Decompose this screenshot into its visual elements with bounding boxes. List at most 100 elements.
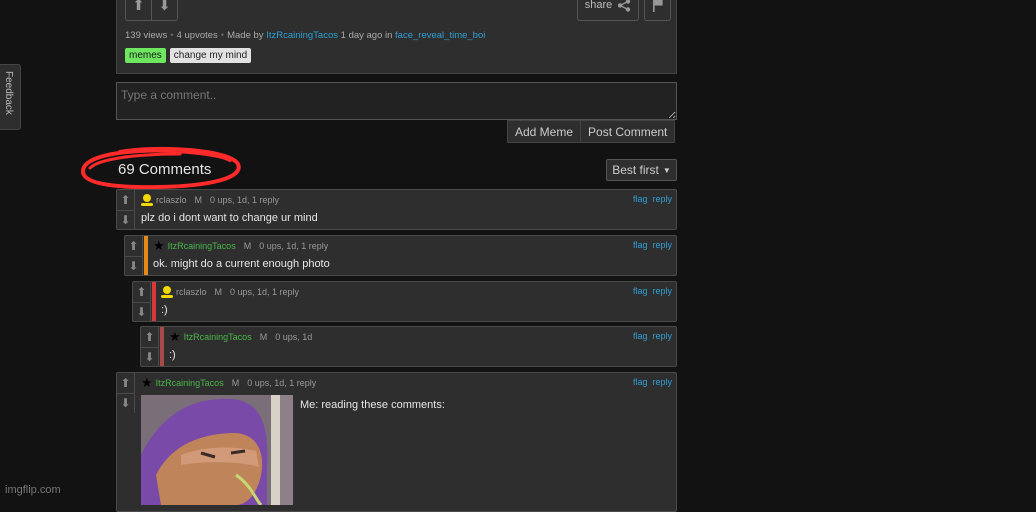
comment-text: :) (169, 349, 176, 361)
watermark: imgflip.com (5, 484, 61, 496)
comment-stats: 0 ups, 1d, 1 reply (259, 241, 329, 251)
comment-header: rclaszlo M 0 ups, 1d, 1 reply (141, 194, 279, 206)
post-comment-button[interactable]: Post Comment (581, 120, 676, 143)
comment-header: ★ ItzRcainingTacos M 0 ups, 1d (169, 329, 313, 344)
time-label: 1 day ago in (340, 30, 393, 41)
reply-link[interactable]: reply (652, 240, 672, 250)
arrow-down-icon: ⬇ (144, 350, 155, 365)
comment-username[interactable]: ItzRcainingTacos (156, 378, 224, 388)
comment-username[interactable]: rclaszlo (156, 195, 187, 205)
comment-text: :) (161, 304, 168, 316)
flag-link[interactable]: flag (633, 331, 648, 341)
comment: ⬆ ⬇ ★ ItzRcainingTacos M 0 ups, 1d, 1 re… (124, 235, 677, 276)
comment-upvote-button[interactable]: ⬆ (117, 190, 134, 210)
reply-link[interactable]: reply (652, 331, 672, 341)
comment-downvote-button[interactable]: ⬇ (117, 392, 134, 414)
comment-role: M (194, 195, 203, 205)
thread-indicator (152, 282, 156, 321)
comment-text: ok. might do a current enough photo (153, 258, 330, 270)
arrow-down-icon: ⬇ (120, 396, 131, 411)
flag-link[interactable]: flag (633, 286, 648, 296)
arrow-up-icon: ⬆ (136, 284, 147, 299)
comment-header: ★ ItzRcainingTacos M 0 ups, 1d, 1 reply (141, 375, 317, 390)
comment-actions: flag reply (633, 240, 672, 250)
comment-role: M (243, 241, 252, 251)
flag-post-button[interactable] (644, 0, 671, 21)
made-by-label: Made by (227, 30, 264, 41)
comment-votes: ⬆ ⬇ (117, 190, 135, 230)
author-link[interactable]: ItzRcainingTacos (266, 30, 338, 41)
post-panel: ⬆ ⬇ share 139 views • 4 upvotes • Made by It… (116, 0, 677, 74)
arrow-down-icon: ⬇ (128, 259, 139, 274)
comment-actions: flag reply (633, 377, 672, 387)
sort-dropdown[interactable]: Best first ▼ (606, 159, 677, 181)
comment-downvote-button[interactable]: ⬇ (133, 301, 150, 323)
tags: memes change my mind (125, 48, 252, 63)
comment: ⬆ ⬇ ★ ItzRcainingTacos M 0 ups, 1d :) fl… (140, 326, 677, 367)
comment-stats: 0 ups, 1d, 1 reply (247, 378, 317, 388)
comment-username[interactable]: ItzRcainingTacos (168, 241, 236, 251)
comment-votes: ⬆ ⬇ (141, 327, 159, 367)
comment: ⬆ ⬇ rclaszlo M 0 ups, 1d, 1 reply plz do… (116, 189, 677, 230)
tag-change-my-mind[interactable]: change my mind (169, 48, 252, 63)
comments-count: 69 Comments (118, 161, 212, 178)
star-icon: ★ (169, 329, 181, 344)
star-icon: ★ (141, 375, 153, 390)
comment-header: rclaszlo M 0 ups, 1d, 1 reply (161, 286, 299, 298)
flag-icon (652, 0, 663, 12)
arrow-up-icon: ⬆ (120, 375, 131, 390)
comment-votes: ⬆ ⬇ (117, 373, 135, 413)
tag-memes[interactable]: memes (125, 48, 166, 63)
share-icon (618, 0, 631, 12)
share-button[interactable]: share (577, 0, 639, 21)
reply-link[interactable]: reply (652, 377, 672, 387)
comment-stats: 0 ups, 1d, 1 reply (230, 287, 300, 297)
flag-link[interactable]: flag (633, 194, 648, 204)
comment-role: M (214, 287, 223, 297)
arrow-down-icon: ⬇ (136, 305, 147, 320)
arrow-up-icon: ⬆ (144, 329, 155, 344)
comment-stats: 0 ups, 1d, 1 reply (210, 195, 280, 205)
comment: ⬆ ⬇ rclaszlo M 0 ups, 1d, 1 reply :) fla… (132, 281, 677, 322)
comment-role: M (231, 378, 240, 388)
comment-actions: flag reply (633, 331, 672, 341)
comment-actions: flag reply (633, 286, 672, 296)
meme-image[interactable] (141, 395, 293, 505)
comment-actions: flag reply (633, 194, 672, 204)
comment-header: ★ ItzRcainingTacos M 0 ups, 1d, 1 reply (153, 239, 329, 252)
comment-upvote-button[interactable]: ⬆ (125, 236, 142, 256)
comment-upvote-button[interactable]: ⬆ (133, 282, 150, 302)
flag-link[interactable]: flag (633, 240, 648, 250)
comment-downvote-button[interactable]: ⬇ (141, 346, 158, 368)
buzz-face-image (141, 395, 293, 505)
upvotes-count: 4 upvotes (176, 30, 218, 41)
upvote-button[interactable]: ⬆ (126, 0, 151, 20)
comment-stats: 0 ups, 1d (275, 332, 313, 342)
comment-votes: ⬆ ⬇ (133, 282, 151, 322)
add-meme-button[interactable]: Add Meme (507, 120, 582, 143)
comment-downvote-button[interactable]: ⬇ (125, 255, 142, 277)
comment-input[interactable] (116, 82, 677, 120)
arrow-up-icon: ⬆ (120, 192, 131, 207)
post-vote-group: ⬆ ⬇ (125, 0, 178, 21)
arrow-up-icon: ⬆ (132, 0, 145, 14)
user-icon (161, 286, 173, 298)
arrow-down-icon: ⬇ (158, 0, 171, 14)
user-icon (141, 194, 153, 206)
comment-downvote-button[interactable]: ⬇ (117, 209, 134, 231)
flag-link[interactable]: flag (633, 377, 648, 387)
sort-label: Best first (612, 163, 659, 177)
comment-text: Me: reading these comments: (300, 399, 445, 411)
comment-upvote-button[interactable]: ⬆ (117, 373, 134, 393)
post-meta: 139 views • 4 upvotes • Made by ItzRcainingT… (125, 30, 486, 41)
downvote-button[interactable]: ⬇ (151, 0, 177, 20)
feedback-tab[interactable]: Feedback (0, 64, 21, 130)
reply-link[interactable]: reply (652, 194, 672, 204)
stream-link[interactable]: face_reveal_time_boi (395, 30, 485, 41)
comment-username[interactable]: ItzRcainingTacos (184, 332, 252, 342)
thread-indicator (144, 236, 148, 275)
reply-link[interactable]: reply (652, 286, 672, 296)
comment-upvote-button[interactable]: ⬆ (141, 327, 158, 347)
comment-actions: Add Meme Post Comment (507, 120, 676, 143)
comment-username[interactable]: rclaszlo (176, 287, 207, 297)
